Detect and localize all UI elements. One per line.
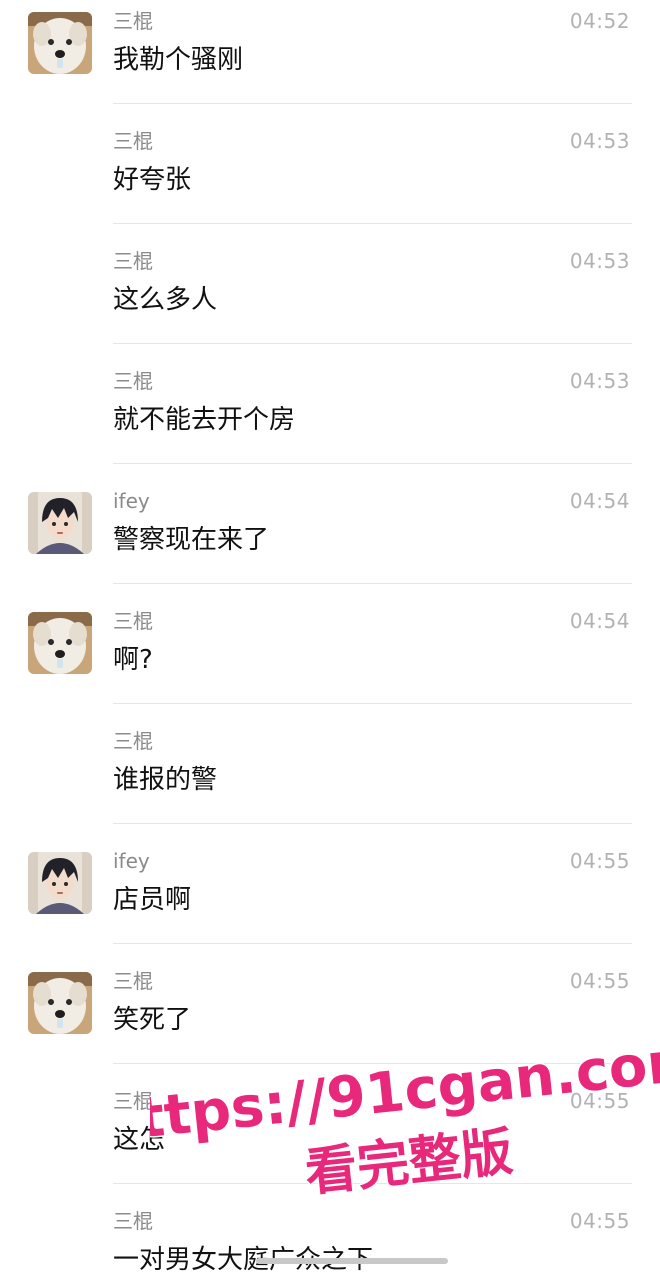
message-text[interactable]: 这怎 xyxy=(113,1122,165,1158)
message-text[interactable]: 笑死了 xyxy=(113,1002,191,1038)
message-time: 04:53 xyxy=(569,129,630,153)
chat-message-list[interactable]: 三棍 04:52 我勒个骚刚 三棍 04:53 好夸张 三棍 04:53 这么多… xyxy=(0,0,660,1280)
sender-name: 三棍 xyxy=(113,1209,153,1233)
message-text[interactable]: 店员啊 xyxy=(113,882,191,918)
message-time: 04:52 xyxy=(569,9,630,33)
divider xyxy=(113,103,632,104)
message-row[interactable]: 三棍 04:55 笑死了 xyxy=(0,960,660,1080)
message-text[interactable]: 我勒个骚刚 xyxy=(113,42,243,78)
sender-name: 三棍 xyxy=(113,969,153,993)
divider xyxy=(113,703,632,704)
message-row[interactable]: 三棍 谁报的警 xyxy=(0,720,660,840)
sender-name: 三棍 xyxy=(113,1089,153,1113)
message-time: 04:55 xyxy=(569,969,630,993)
message-row[interactable]: 三棍 04:53 就不能去开个房 xyxy=(0,360,660,480)
message-time: 04:54 xyxy=(569,489,630,513)
message-row[interactable]: ifey 04:54 警察现在来了 xyxy=(0,480,660,600)
message-row[interactable]: 三棍 04:53 好夸张 xyxy=(0,120,660,240)
message-time: 04:55 xyxy=(569,1209,630,1233)
message-text[interactable]: 啊? xyxy=(113,642,153,678)
message-row[interactable]: 三棍 04:55 一对男女大庭广众之下 xyxy=(0,1200,660,1280)
divider xyxy=(113,463,632,464)
divider xyxy=(113,583,632,584)
divider xyxy=(113,943,632,944)
sender-name: 三棍 xyxy=(113,369,153,393)
divider xyxy=(113,343,632,344)
message-text[interactable]: 谁报的警 xyxy=(113,762,217,798)
divider xyxy=(113,1183,632,1184)
divider xyxy=(113,823,632,824)
sender-name: 三棍 xyxy=(113,9,153,33)
message-time: 04:55 xyxy=(569,849,630,873)
message-text[interactable]: 就不能去开个房 xyxy=(113,402,295,438)
sender-name: 三棍 xyxy=(113,129,153,153)
sender-name: ifey xyxy=(113,489,150,513)
sender-name: ifey xyxy=(113,849,150,873)
message-row[interactable]: 三棍 04:55 这怎 xyxy=(0,1080,660,1200)
anime-boy-avatar[interactable] xyxy=(28,492,92,554)
message-text[interactable]: 警察现在来了 xyxy=(113,522,269,558)
message-time: 04:55 xyxy=(569,1089,630,1113)
sender-name: 三棍 xyxy=(113,729,153,753)
message-text[interactable]: 这么多人 xyxy=(113,282,217,318)
divider xyxy=(113,223,632,224)
message-row[interactable]: 三棍 04:54 啊? xyxy=(0,600,660,720)
message-row[interactable]: ifey 04:55 店员啊 xyxy=(0,840,660,960)
dog-avatar[interactable] xyxy=(28,12,92,74)
message-text[interactable]: 好夸张 xyxy=(113,162,191,198)
message-row[interactable]: 三棍 04:52 我勒个骚刚 xyxy=(0,0,660,120)
sender-name: 三棍 xyxy=(113,609,153,633)
sender-name: 三棍 xyxy=(113,249,153,273)
message-row[interactable]: 三棍 04:53 这么多人 xyxy=(0,240,660,360)
dog-avatar[interactable] xyxy=(28,612,92,674)
message-time: 04:53 xyxy=(569,249,630,273)
dog-avatar[interactable] xyxy=(28,972,92,1034)
divider xyxy=(113,1063,632,1064)
message-time: 04:53 xyxy=(569,369,630,393)
home-indicator[interactable] xyxy=(256,1258,448,1264)
anime-boy-avatar[interactable] xyxy=(28,852,92,914)
message-time: 04:54 xyxy=(569,609,630,633)
